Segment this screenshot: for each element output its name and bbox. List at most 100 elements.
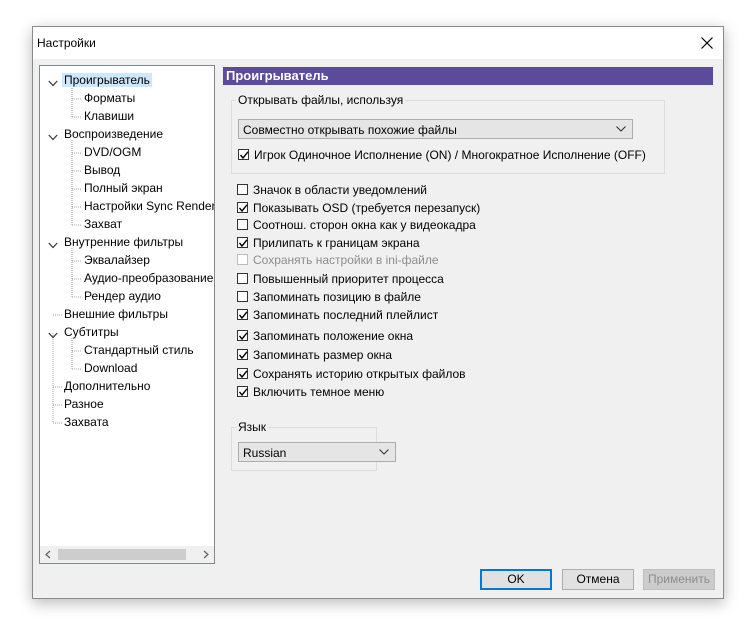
tree-item[interactable]: Проигрыватель	[62, 72, 152, 89]
page-header: Проигрыватель	[223, 67, 713, 85]
checkbox-box[interactable]	[237, 386, 248, 397]
tree-item[interactable]: Рендер аудио	[82, 288, 163, 305]
language-group-label: Язык	[236, 420, 269, 434]
checkbox-box[interactable]	[237, 368, 248, 379]
checkbox-box[interactable]	[237, 273, 248, 284]
scroll-left-button[interactable]	[40, 546, 57, 563]
tree-item-label: Внутренние фильтры	[64, 235, 184, 249]
checkbox-box[interactable]	[237, 237, 248, 248]
checkmark-icon	[238, 351, 248, 360]
ok-button[interactable]: OK	[480, 569, 552, 590]
checkmark-icon	[238, 332, 248, 341]
apply-button[interactable]: Применить	[643, 569, 715, 590]
checkbox-box[interactable]	[237, 309, 248, 320]
checkbox-box[interactable]	[237, 202, 248, 213]
option-label: Сохранять настройки в ini-файле	[253, 253, 439, 267]
option-label: Показывать OSD (требуется перезапуск)	[253, 201, 481, 215]
tree-horizontal-scrollbar[interactable]	[40, 546, 214, 563]
option-label: Сохранять историю открытых файлов	[253, 367, 466, 381]
tree-item[interactable]: Настройки Sync Render	[82, 198, 214, 215]
tree-items: Проигрыватель Форматы Клавиши Воспроизведен…	[40, 66, 214, 546]
tree-item[interactable]: Захвата	[62, 414, 111, 431]
tree-item[interactable]: Дополнительно	[62, 378, 152, 395]
option-label: Запоминать позицию в файле	[253, 290, 421, 304]
tree-item[interactable]: Эквалайзер	[82, 252, 152, 269]
checkmark-icon	[238, 370, 248, 379]
open-files-combo[interactable]: Совместно открывать похожие файлы	[238, 119, 633, 139]
language-combo[interactable]: Russian	[238, 442, 396, 462]
scroll-right-button[interactable]	[197, 546, 214, 563]
close-button[interactable]	[691, 27, 723, 59]
option-label: Запоминать размер окна	[253, 348, 393, 362]
option-label: Повышенный приоритет процесса	[253, 272, 444, 286]
tree-item-label: Эквалайзер	[84, 253, 150, 267]
tree-item-label: Полный экран	[84, 181, 163, 195]
tree-item[interactable]: Внутренние фильтры	[62, 234, 185, 251]
window-title: Настройки	[37, 36, 96, 50]
single-instance-label: Игрок Одиночное Исполнение (ON) / Многок…	[254, 148, 646, 162]
tree-item-label: Аудио-преобразование	[84, 271, 214, 285]
tree-item[interactable]: Захват	[82, 216, 124, 233]
option-label: Включить темное меню	[253, 385, 385, 399]
tree-item[interactable]: Полный экран	[82, 180, 165, 197]
tree-item[interactable]: Внешние фильтры	[62, 306, 170, 323]
chevron-down-icon[interactable]	[48, 328, 58, 339]
cancel-button[interactable]: Отмена	[562, 569, 634, 590]
tree-item-label: Стандартный стиль	[84, 343, 194, 357]
checkmark-icon	[238, 388, 248, 397]
tree-item-label: Захвата	[64, 415, 109, 429]
tree-item[interactable]: Клавиши	[82, 108, 136, 125]
tree-item[interactable]: Вывод	[82, 162, 122, 179]
tree-item[interactable]: DVD/OGM	[82, 144, 143, 161]
tree-item-label: Захват	[84, 217, 123, 231]
tree-item[interactable]: Download	[82, 360, 139, 377]
scroll-thumb[interactable]	[58, 549, 186, 560]
tree-item[interactable]: Разное	[62, 396, 106, 413]
chevron-right-icon	[203, 550, 209, 559]
tree-item[interactable]: Форматы	[82, 90, 137, 107]
chevron-left-icon	[45, 550, 51, 559]
tree-item-label: Проигрыватель	[62, 73, 152, 87]
checkbox-box[interactable]	[237, 219, 248, 230]
checkbox-box[interactable]	[237, 349, 248, 360]
tree-item[interactable]: Аудио-преобразование	[82, 270, 214, 287]
checkmark-icon	[239, 151, 249, 160]
tree-item-label: Воспроизведение	[64, 127, 164, 141]
option-label: Прилипать к границам экрана	[253, 236, 420, 250]
open-files-combo-value: Совместно открывать похожие файлы	[243, 123, 457, 137]
tree-item-label: Дополнительно	[64, 379, 151, 393]
chevron-down-icon	[616, 126, 626, 132]
checkbox-box[interactable]	[237, 184, 248, 195]
tree-item-label: Субтитры	[64, 325, 119, 339]
option-label: Соотнош. сторон окна как у видеокадра	[253, 218, 476, 232]
chevron-down-icon[interactable]	[48, 130, 58, 141]
checkbox-box[interactable]	[237, 330, 248, 341]
language-combo-value: Russian	[243, 446, 287, 460]
tree-item-label: Вывод	[84, 163, 121, 177]
tree-item[interactable]: Стандартный стиль	[82, 342, 196, 359]
tree-item[interactable]: Воспроизведение	[62, 126, 165, 143]
tree-item-label: DVD/OGM	[84, 145, 142, 159]
tree-item-label: Форматы	[84, 91, 136, 105]
checkmark-icon	[238, 239, 248, 248]
checkbox-box[interactable]	[237, 254, 248, 265]
option-label: Запоминать последний плейлист	[253, 308, 439, 322]
close-icon	[701, 37, 713, 49]
checkbox-box[interactable]	[237, 291, 248, 302]
chevron-down-icon[interactable]	[48, 76, 58, 87]
language-group: Язык Russian	[231, 420, 396, 471]
option-label: Запоминать положение окна	[253, 329, 414, 343]
settings-tree[interactable]: Проигрыватель Форматы Клавиши Воспроизведен…	[39, 65, 215, 564]
settings-dialog: Настройки Проигрыватель Форматы Клавиши Вос…	[32, 26, 724, 599]
tree-item-label: Рендер аудио	[84, 289, 161, 303]
chevron-down-icon	[379, 449, 389, 455]
open-files-group: Открывать файлы, используя Совместно отк…	[231, 93, 665, 174]
checkmark-icon	[238, 311, 248, 320]
tree-item-label: Внешние фильтры	[64, 307, 168, 321]
chevron-down-icon[interactable]	[48, 238, 58, 249]
tree-item[interactable]: Субтитры	[62, 324, 121, 341]
checkbox-box[interactable]	[238, 149, 249, 160]
tree-item-label: Клавиши	[84, 109, 135, 123]
tree-item-label: Download	[84, 361, 138, 375]
option-label: Значок в области уведомлений	[253, 183, 428, 197]
